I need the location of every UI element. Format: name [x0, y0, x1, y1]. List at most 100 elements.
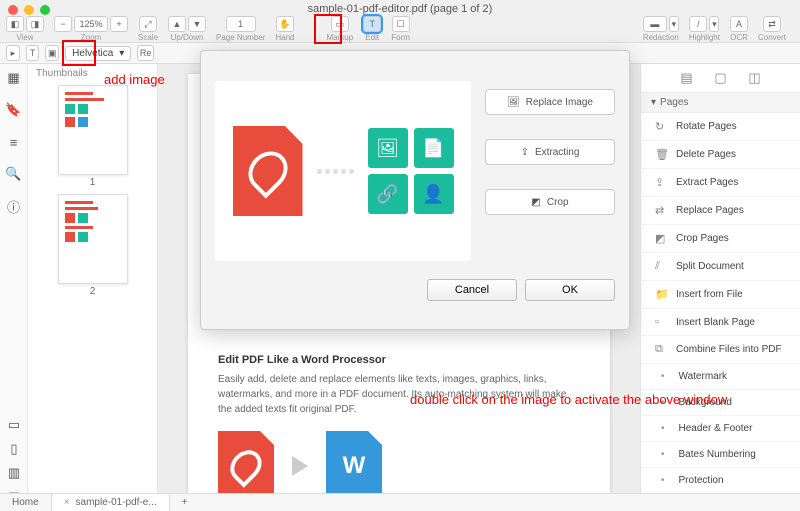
re-button[interactable]: Re: [137, 45, 154, 61]
redaction-menu[interactable]: ▾: [669, 16, 679, 32]
insert-blank-page-item[interactable]: ▫Insert Blank Page: [641, 309, 800, 336]
zoom-label: Zoom: [81, 33, 101, 42]
pages-section-header: ▾Pages: [641, 93, 800, 113]
zoom-in-button[interactable]: +: [110, 16, 128, 32]
watermark-item[interactable]: Watermark: [641, 364, 800, 390]
word-file-icon[interactable]: W: [326, 431, 382, 493]
home-tab[interactable]: Home: [0, 494, 52, 511]
edit-mode-button[interactable]: T: [363, 16, 381, 32]
replace-image-button[interactable]: 🖼Replace Image: [485, 89, 615, 115]
hand-label: Hand: [275, 33, 294, 42]
window-title: sample-01-pdf-editor.pdf (page 1 of 2): [0, 3, 800, 15]
image-icon: 🖼: [507, 97, 520, 108]
dialog-preview: 🖼 📄 🔗 👤: [215, 81, 471, 261]
thumbnail-page-2[interactable]: [58, 194, 128, 284]
convert-button[interactable]: ⇄: [763, 16, 781, 32]
pages-tab-icon[interactable]: ▤: [679, 70, 695, 86]
image-edit-dialog: 🖼 📄 🔗 👤 🖼Replace Image ⇪Extracting ◩Crop…: [200, 50, 630, 330]
highlight-menu[interactable]: ▾: [709, 16, 719, 32]
split-document-item[interactable]: ⫽Split Document: [641, 253, 800, 281]
add-image-button[interactable]: ▣: [45, 45, 59, 61]
ok-button[interactable]: OK: [525, 279, 615, 301]
action-grid: 🖼 📄 🔗 👤: [368, 128, 454, 214]
zoom-value[interactable]: 125%: [74, 16, 108, 32]
main-toolbar: ◧ ◨ View − 125% + Zoom ⤢ Scale ▲ ▼ Up/Do…: [0, 18, 800, 40]
page-up-button[interactable]: ▲: [168, 16, 186, 32]
scale-button[interactable]: ⤢: [139, 16, 157, 32]
blank-page-icon: ▫: [655, 316, 668, 328]
crop-button[interactable]: ◩Crop: [485, 189, 615, 215]
rside-tabs: ▤ ▢ ◫: [641, 64, 800, 93]
text-edit-button[interactable]: T: [26, 45, 40, 61]
close-tab-icon[interactable]: ×: [64, 497, 70, 508]
add-tab-button[interactable]: +: [170, 494, 200, 511]
trash-icon: 🗑: [655, 148, 668, 161]
cancel-button[interactable]: Cancel: [427, 279, 517, 301]
bookmarks-tab-icon[interactable]: 🔖: [6, 102, 22, 118]
ocr-label: OCR: [730, 33, 748, 42]
replace-icon: ⇄: [655, 204, 668, 217]
combine-icon: ⧉: [655, 343, 668, 356]
edit-label: Edit: [365, 33, 379, 42]
replace-pages-item[interactable]: ⇄Replace Pages: [641, 197, 800, 225]
view-panel-left-button[interactable]: ◧: [6, 16, 24, 32]
info-tab-icon[interactable]: ⓘ: [6, 198, 22, 214]
link-type-icon: 🔗: [368, 174, 408, 214]
view-mode-3-icon[interactable]: ▥: [6, 465, 22, 481]
layout-tab-icon[interactable]: ◫: [747, 70, 763, 86]
panel-toggle-button[interactable]: ▸: [6, 45, 20, 61]
annotation-double-click: double click on the image to activate th…: [410, 390, 727, 410]
hand-tool-button[interactable]: ✋: [276, 16, 294, 32]
crop-pages-item[interactable]: ◩Crop Pages: [641, 225, 800, 253]
redaction-button[interactable]: ▬: [643, 16, 667, 32]
thumbnails-panel: Thumbnails 1 2: [28, 64, 158, 493]
form-button[interactable]: ☐: [392, 16, 410, 32]
zoom-out-button[interactable]: −: [54, 16, 72, 32]
protection-item[interactable]: Protection: [641, 468, 800, 493]
extracting-button[interactable]: ⇪Extracting: [485, 139, 615, 165]
folder-icon: 📁: [655, 288, 668, 301]
search-tab-icon[interactable]: 🔍: [6, 166, 22, 182]
thumb-1-number: 1: [36, 177, 149, 188]
crop-icon: ◩: [655, 232, 668, 245]
extract-pages-item[interactable]: ⇪Extract Pages: [641, 169, 800, 197]
document-tabs: Home ×sample-01-pdf-e... +: [0, 493, 800, 511]
stamp-tab-icon[interactable]: ▢: [713, 70, 729, 86]
doc-image-row: W: [218, 431, 580, 493]
view-panel-right-button[interactable]: ◨: [26, 16, 44, 32]
extract-icon: ⇪: [655, 176, 668, 189]
delete-pages-item[interactable]: 🗑Delete Pages: [641, 141, 800, 169]
annotation-add-image: add image: [104, 72, 165, 87]
scale-label: Scale: [138, 33, 158, 42]
dots-icon: [317, 169, 354, 174]
thumbnail-page-1[interactable]: [58, 85, 128, 175]
view-mode-1-icon[interactable]: ▭: [6, 417, 22, 433]
updown-label: Up/Down: [171, 33, 204, 42]
page-down-button[interactable]: ▼: [188, 16, 206, 32]
highlight-label: Highlight: [689, 33, 720, 42]
rotate-pages-item[interactable]: ↻Rotate Pages: [641, 113, 800, 141]
rotate-icon: ↻: [655, 120, 668, 133]
page-number-label: Page Number: [216, 33, 265, 42]
arrow-right-icon: [292, 456, 308, 476]
view-label: View: [16, 33, 33, 42]
file-tab[interactable]: ×sample-01-pdf-e...: [52, 494, 170, 511]
markup-button[interactable]: ▭: [331, 16, 349, 32]
split-icon: ⫽: [655, 260, 668, 273]
header-footer-item[interactable]: Header & Footer: [641, 416, 800, 442]
right-sidebar: ▤ ▢ ◫ ▾Pages ↻Rotate Pages 🗑Delete Pages…: [640, 64, 800, 493]
highlight-button[interactable]: /: [689, 16, 707, 32]
thumb-2-number: 2: [36, 286, 149, 297]
font-select[interactable]: Helvetica▾: [65, 46, 131, 61]
combine-files-item[interactable]: ⧉Combine Files into PDF: [641, 336, 800, 364]
insert-from-file-item[interactable]: 📁Insert from File: [641, 281, 800, 309]
view-mode-2-icon[interactable]: ▯: [6, 441, 22, 457]
ocr-button[interactable]: A: [730, 16, 748, 32]
pdf-file-icon[interactable]: [218, 431, 274, 493]
markup-label: Markup: [327, 33, 354, 42]
thumbnails-tab-icon[interactable]: ▦: [6, 70, 22, 86]
outline-tab-icon[interactable]: ≡: [6, 134, 22, 150]
page-number-field[interactable]: 1: [226, 16, 256, 32]
bates-numbering-item[interactable]: Bates Numbering: [641, 442, 800, 468]
dropdown-icon: ▾: [119, 48, 124, 59]
